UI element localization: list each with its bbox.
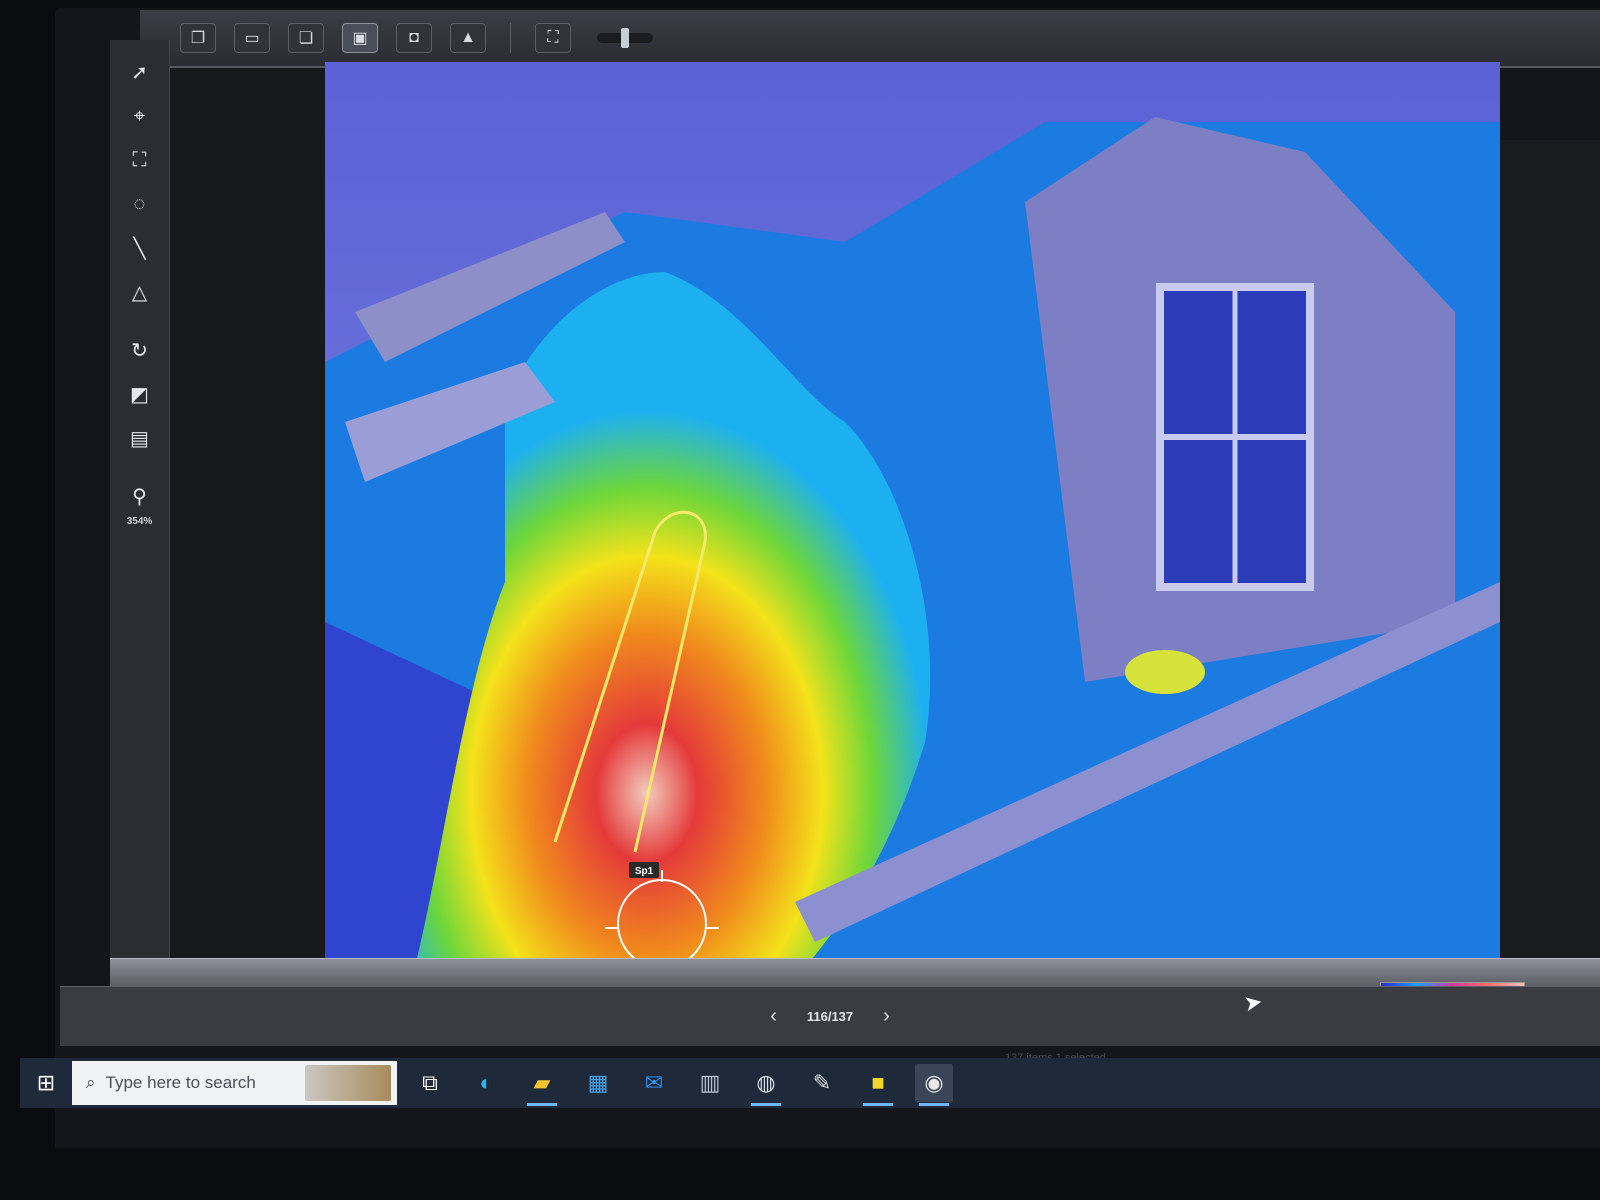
line-tool-icon[interactable]: ╲ — [121, 229, 159, 267]
image-scrubber-bar[interactable] — [110, 958, 1600, 986]
spot-meter-label: Sp1 — [635, 866, 654, 877]
calculator-icon[interactable]: ▥ — [691, 1064, 729, 1102]
taskbar-search-box[interactable]: ⌕ Type here to search — [72, 1061, 397, 1105]
search-placeholder: Type here to search — [105, 1073, 256, 1092]
task-view-icon[interactable]: ⧉ — [411, 1064, 449, 1102]
layered-window-icon[interactable]: ❏ — [288, 23, 324, 53]
navigation-footer: ‹ 116/137 › — [60, 986, 1600, 1046]
thermal-image-viewport[interactable]: Sp1 — [325, 62, 1500, 967]
globe-app-icon[interactable]: ◍ — [747, 1064, 785, 1106]
blend-slider-knob[interactable] — [621, 28, 629, 48]
select-arrow-icon[interactable]: ➚ — [121, 53, 159, 91]
chevron-right-icon[interactable]: › — [883, 1005, 890, 1028]
right-empty-panel — [1500, 140, 1600, 980]
windows-start-icon[interactable]: ⊞ — [20, 1058, 72, 1108]
file-explorer-icon[interactable]: ▰ — [523, 1064, 561, 1106]
store-icon[interactable]: ▦ — [579, 1064, 617, 1102]
windows-taskbar: ⊞ ⌕ Type here to search ⧉ ◐ ▰ ▦ ✉ ▥ ◍ ✎ … — [20, 1058, 1600, 1108]
rotate-icon[interactable]: ↻ — [121, 331, 159, 369]
search-icon: ⌕ — [86, 1073, 96, 1092]
view-toolbar: ❐ ▭ ❏ ▣ ◘ ▲ ⛶ — [140, 10, 1600, 68]
edge-icon[interactable]: ◐ — [467, 1064, 505, 1102]
visual-image-icon[interactable]: ▲ — [450, 23, 486, 53]
window-stack-icon[interactable]: ❐ — [180, 23, 216, 53]
paint-icon[interactable]: ✎ — [803, 1064, 841, 1102]
palette-icon[interactable]: ◩ — [121, 375, 159, 413]
zoom-icon[interactable]: ⚲ — [121, 477, 159, 515]
fit-view-icon[interactable]: ⛶ — [535, 23, 571, 53]
box-area-icon[interactable]: ⛶ — [121, 141, 159, 179]
thermal-only-icon[interactable]: ◘ — [396, 23, 432, 53]
image-counter: 116/137 — [806, 1009, 854, 1024]
circle-area-icon[interactable]: ◌ — [121, 185, 159, 223]
mail-icon[interactable]: ✉ — [635, 1064, 673, 1102]
single-window-icon[interactable]: ▭ — [234, 23, 270, 53]
toolbar-separator — [510, 23, 511, 53]
color-scale-icon[interactable]: ▤ — [121, 419, 159, 457]
triangle-tool-icon[interactable]: △ — [121, 273, 159, 311]
tool-rail: ➚ ⌖ ⛶ ◌ ╲ △ ↻ ◩ ▤ ⚲ 354% — [110, 40, 170, 970]
search-highlight-image — [305, 1065, 391, 1101]
blend-slider[interactable] — [597, 28, 653, 48]
sticky-notes-icon[interactable]: ■ — [859, 1064, 897, 1106]
chevron-left-icon[interactable]: ‹ — [770, 1005, 777, 1028]
spot-crosshair-icon[interactable]: ⌖ — [121, 97, 159, 135]
camera-app-icon[interactable]: ◉ — [915, 1064, 953, 1106]
picture-in-picture-icon[interactable]: ▣ — [342, 23, 378, 53]
taskbar-apps: ⧉ ◐ ▰ ▦ ✉ ▥ ◍ ✎ ■ ◉ — [411, 1064, 953, 1106]
zoom-level-label: 354% — [126, 516, 153, 527]
thermal-image: Sp1 — [325, 62, 1500, 967]
